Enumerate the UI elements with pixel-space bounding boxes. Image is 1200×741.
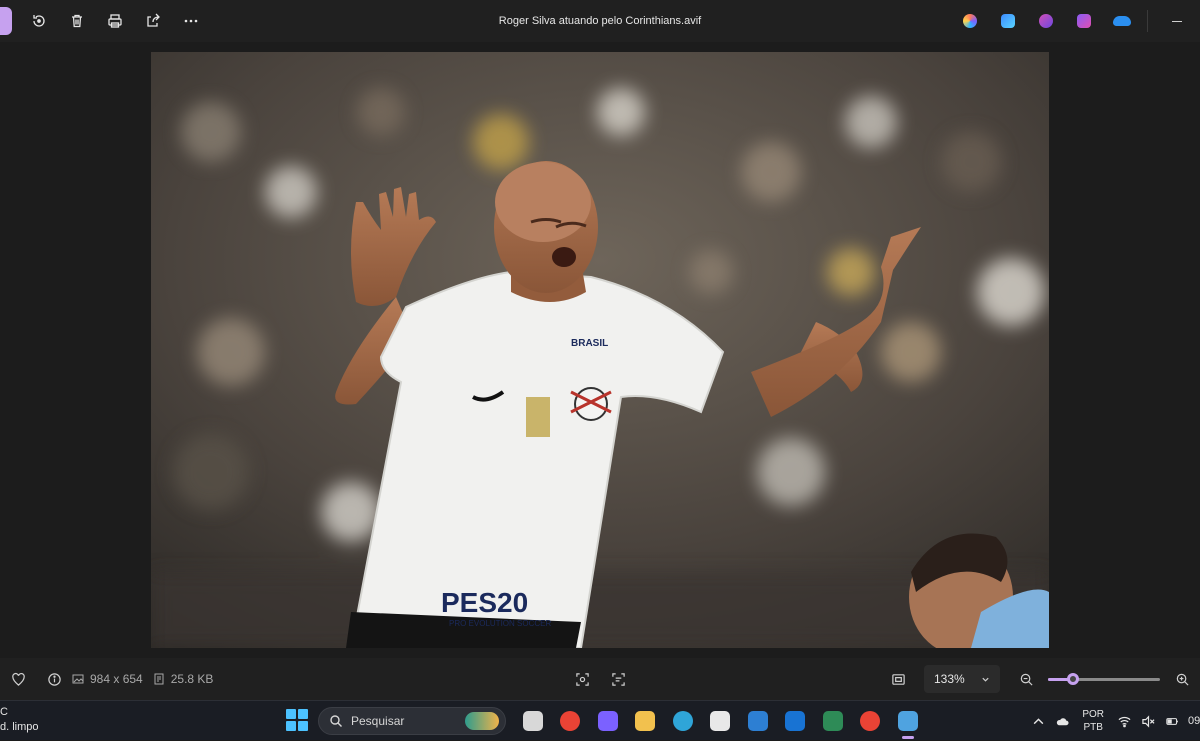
file-size-icon [154,673,164,685]
center-tools [564,658,636,700]
solitaire-glyph [822,711,843,731]
zoom-dropdown[interactable]: 133% [924,665,1000,693]
video-editor-icon[interactable] [1065,0,1103,42]
onedrive-icon[interactable] [1103,0,1141,42]
search-icon [330,715,342,727]
text-scan-icon[interactable] [600,658,636,700]
edge-icon[interactable] [664,701,702,741]
file-size-value: 25.8 KB [170,672,214,686]
minimize-button[interactable] [1154,0,1200,42]
zoom-in-icon[interactable] [1164,658,1200,700]
dell-glyph [747,711,768,731]
toolbar-actions [0,0,210,42]
solitaire-icon[interactable] [814,701,852,741]
copilot-icon[interactable] [951,0,989,42]
clipchamp-icon[interactable] [1027,0,1065,42]
battery-icon[interactable] [1160,701,1184,741]
search-placeholder: Pesquisar [351,714,405,728]
store-glyph [710,711,731,731]
system-tray: POR PTB 09 [1026,701,1200,741]
copilot-app-glyph [597,711,618,731]
photos-icon[interactable] [889,701,927,741]
print-icon[interactable] [96,0,134,42]
toolbar-separator [1147,10,1148,32]
dimensions-value: 984 x 654 [90,672,143,686]
taskbar: C d. limpo Pesquisar POR PTB 09 [0,700,1200,740]
top-toolbar: Roger Silva atuando pelo Corinthians.avi… [0,0,1200,42]
search-highlight-icon [465,712,499,730]
image-dimensions: 984 x 654 [72,672,143,686]
zoom-value: 133% [934,672,965,686]
info-bar: 984 x 654 25.8 KB 133% [0,658,1200,700]
outlook-icon[interactable] [777,701,815,741]
task-view-glyph [522,711,543,731]
onedrive-tray-icon[interactable] [1050,701,1074,741]
shirt-sponsor-subtext: PRO EVOLUTION SOCCER [449,619,551,628]
file-explorer-icon[interactable] [627,701,665,741]
weather-condition: d. limpo [0,721,39,733]
task-view-icon[interactable] [514,701,552,741]
window-title: Roger Silva atuando pelo Corinthians.avi… [498,15,702,27]
visual-search-icon[interactable] [564,658,600,700]
chrome-icon[interactable] [552,701,590,741]
volume-muted-icon[interactable] [1136,701,1160,741]
chrome-profile-glyph [860,711,881,731]
dell-icon[interactable] [739,701,777,741]
photos-glyph [897,711,918,731]
edge-glyph [672,711,693,731]
wifi-icon[interactable] [1112,701,1136,741]
keyboard-layout: PTB [1083,722,1103,733]
image-viewer: PES20 PRO EVOLUTION SOCCER BRASIL [0,42,1200,658]
chevron-down-icon [982,677,989,682]
chrome-profile-icon[interactable] [852,701,890,741]
copilot-app-icon[interactable] [589,701,627,741]
chevron-up-icon[interactable] [1026,701,1050,741]
dimensions-icon [72,674,84,684]
file-size: 25.8 KB [153,672,214,686]
zoom-slider[interactable] [1048,669,1160,689]
edit-icon[interactable] [0,7,12,35]
zoom-out-icon[interactable] [1008,658,1044,700]
rotate-icon[interactable] [20,0,58,42]
taskbar-search[interactable]: Pesquisar [318,707,506,735]
info-icon[interactable] [36,658,72,700]
more-icon[interactable] [172,0,210,42]
store-icon[interactable] [702,701,740,741]
photo-canvas: PES20 PRO EVOLUTION SOCCER BRASIL [151,52,1049,648]
fit-to-window-icon[interactable] [880,658,916,700]
favorite-icon[interactable] [0,658,36,700]
start-button[interactable] [286,709,308,731]
share-icon[interactable] [134,0,172,42]
shirt-sponsor-text: PES20 [441,587,528,618]
taskbar-apps [514,701,927,741]
file-explorer-glyph [635,711,656,731]
chrome-glyph [560,711,581,731]
delete-icon[interactable] [58,0,96,42]
zoom-tools: 133% [880,658,1200,700]
language-code: POR [1082,709,1104,720]
weather-widget[interactable]: C d. limpo [0,705,39,735]
shirt-brasil-text: BRASIL [571,338,608,349]
toolbar-apps [951,0,1200,42]
designer-icon[interactable] [989,0,1027,42]
photo[interactable]: PES20 PRO EVOLUTION SOCCER BRASIL [151,52,1049,648]
weather-temperature: C [0,706,8,718]
zoom-slider-thumb[interactable] [1066,673,1079,685]
outlook-glyph [785,711,806,731]
clock[interactable]: 09 [1188,715,1200,727]
language-indicator[interactable]: POR PTB [1082,708,1104,734]
